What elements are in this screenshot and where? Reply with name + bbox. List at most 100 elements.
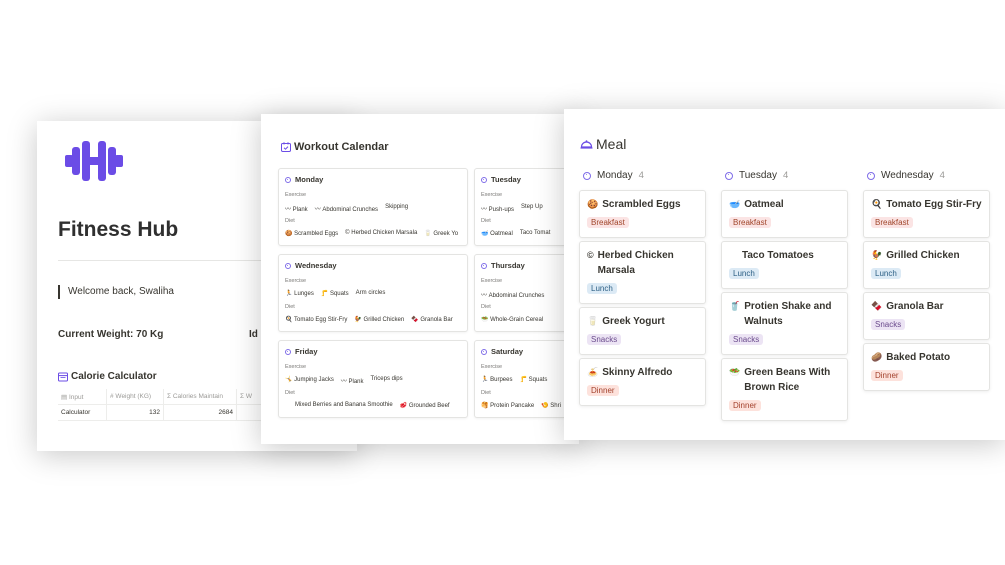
day-card-friday[interactable]: Friday Exercise 🤸 Jumping Jacks 〰 Plank …: [278, 340, 468, 418]
meal-tag: Breakfast: [871, 217, 913, 228]
diet-item: 🐓 Grilled Chicken: [354, 317, 405, 323]
table-header-row: ▤ Input # Weight (KG) Σ Calories Maintai…: [58, 389, 264, 405]
diet-item: 🥞 Protein Pancake: [481, 403, 535, 409]
exercise-item: 🏃 Lunges: [285, 291, 314, 297]
exercise-item: 〰 Plank: [285, 207, 308, 213]
diet-item: 🥛 Greek Yo: [424, 231, 459, 237]
status-dot-icon: [481, 348, 487, 355]
board-column-header-tuesday[interactable]: Tuesday 4: [725, 170, 788, 181]
day-card-wednesday[interactable]: Wednesday Exercise 🏃 Lunges 🦵 Squats Arm…: [278, 254, 468, 332]
yogurt-icon: 🥛: [587, 316, 599, 326]
shake-icon: 🥤: [729, 301, 741, 311]
potato-icon: 🥔: [871, 352, 883, 362]
meal-name: Baked Potato: [886, 352, 951, 363]
meal-heading[interactable]: Meal: [580, 136, 626, 152]
meal-card[interactable]: 🍫 Granola Bar Snacks: [863, 292, 990, 340]
meal-tag: Snacks: [587, 334, 622, 345]
meal-card[interactable]: 🥣 Oatmeal Breakfast: [721, 190, 848, 238]
diet-item: 🥩 Grounded Beef: [399, 403, 450, 409]
exercise-list: 🏃 Burpees 🦵 Squats: [481, 376, 547, 383]
status-dot-icon: [285, 176, 291, 183]
meal-tag: Lunch: [729, 268, 759, 279]
meal-card[interactable]: Taco Tomatoes Lunch: [721, 241, 848, 289]
status-dot-icon: [285, 348, 291, 355]
exercise-list: 〰 Push-ups Step Up: [481, 204, 543, 213]
meal-tag: Dinner: [587, 385, 619, 396]
meal-tag: Breakfast: [587, 217, 629, 228]
column-header[interactable]: # Weight (KG): [106, 389, 164, 405]
diet-label: Diet: [481, 304, 491, 310]
meal-name: Granola Bar: [886, 301, 944, 312]
diet-list: Mixed Berries and Banana Smoothie 🥩 Grou…: [295, 402, 450, 409]
exercise-label: Exercise: [481, 278, 503, 284]
column-title: Wednesday: [881, 170, 934, 181]
board-column-header-wednesday[interactable]: Wednesday 4: [867, 170, 945, 181]
diet-label: Diet: [285, 390, 295, 396]
column-count: 4: [939, 170, 945, 181]
meal-card[interactable]: 🍪 Scrambled Eggs Breakfast: [579, 190, 706, 238]
exercise-item: 🏃 Burpees: [481, 377, 513, 383]
diet-item: 🥗 Whole-Grain Cereal: [481, 317, 544, 323]
workout-calendar-heading[interactable]: Workout Calendar: [281, 141, 389, 153]
dumbbell-logo-icon: [65, 141, 123, 181]
column-header[interactable]: ▤ Input: [58, 389, 107, 405]
day-card-monday[interactable]: Monday Exercise 〰 Plank 〰 Abdominal Crun…: [278, 168, 468, 246]
exercise-item: Arm circles: [355, 290, 386, 296]
exercise-list: 🤸 Jumping Jacks 〰 Plank Triceps dips: [285, 376, 403, 385]
page-title: Fitness Hub: [58, 218, 179, 241]
calorie-calculator-heading[interactable]: Calorie Calculator: [58, 371, 157, 382]
exercise-item: 〰 Abdominal Crunches: [481, 293, 545, 299]
day-title: Tuesday: [491, 175, 521, 184]
diet-item: 🍪 Scrambled Eggs: [285, 231, 339, 237]
column-count: 4: [782, 170, 789, 181]
meal-card[interactable]: 🥗 Green Beans With Brown Rice Dinner: [721, 358, 848, 421]
table-row[interactable]: Calculator 132 2684: [58, 404, 264, 421]
exercise-item: 〰 Plank: [340, 379, 364, 385]
salad-icon: 🥗: [729, 367, 741, 377]
cloche-icon: [580, 140, 593, 149]
meal-tag: Snacks: [871, 319, 906, 330]
table-cell[interactable]: Calculator: [58, 404, 107, 421]
meal-card[interactable]: 🍳 Tomato Egg Stir-Fry Breakfast: [863, 190, 990, 238]
day-title: Thursday: [491, 261, 525, 270]
chicken-icon: ©: [587, 250, 594, 260]
chicken-icon: 🐓: [871, 250, 883, 260]
meal-card[interactable]: © Herbed Chicken Marsala Lunch: [579, 241, 706, 304]
day-title: Saturday: [491, 347, 524, 356]
status-dot-icon: [725, 171, 733, 180]
current-weight: Current Weight: 70 Kg: [58, 329, 164, 340]
diet-label: Diet: [481, 390, 491, 396]
meal-card[interactable]: 🥤 Protien Shake and Walnuts Snacks: [721, 292, 848, 355]
diet-item: 🍫 Granola Bar: [411, 317, 453, 323]
ideal-weight-partial: Id: [249, 329, 258, 340]
status-dot-icon: [583, 171, 591, 180]
day-title: Wednesday: [295, 261, 337, 270]
diet-list: 🍳 Tomato Egg Stir-Fry 🐓 Grilled Chicken …: [285, 316, 453, 323]
meal-card[interactable]: 🥔 Baked Potato Dinner: [863, 343, 990, 391]
diet-item: 🍤 Shri: [541, 403, 561, 409]
diet-list: 🥗 Whole-Grain Cereal: [481, 316, 543, 323]
column-header[interactable]: Σ W: [236, 389, 264, 405]
meal-tag: Snacks: [729, 334, 764, 345]
diet-label: Diet: [481, 218, 491, 224]
calorie-table: ▤ Input # Weight (KG) Σ Calories Maintai…: [58, 389, 264, 421]
board-column-header-monday[interactable]: Monday 4: [583, 170, 644, 181]
table-icon: [58, 372, 68, 381]
column-header[interactable]: Σ Calories Maintain: [163, 389, 237, 405]
table-cell[interactable]: [236, 404, 264, 421]
meal-card[interactable]: 🍝 Skinny Alfredo Dinner: [579, 358, 706, 406]
column-title: Tuesday: [739, 170, 777, 181]
meal-name: Green Beans With Brown Rice: [744, 367, 831, 393]
meal-name: Skinny Alfredo: [602, 367, 673, 378]
exercise-item: Triceps dips: [370, 376, 403, 382]
exercise-item: Skipping: [385, 204, 409, 210]
table-cell[interactable]: 2684: [163, 404, 237, 421]
calorie-calculator-label: Calorie Calculator: [71, 371, 157, 382]
diet-list: 🥞 Protein Pancake 🍤 Shri: [481, 402, 561, 409]
exercise-item: 〰 Push-ups: [481, 207, 515, 213]
table-cell[interactable]: 132: [106, 404, 164, 421]
meal-card[interactable]: 🥛 Greek Yogurt Snacks: [579, 307, 706, 355]
meal-card[interactable]: 🐓 Grilled Chicken Lunch: [863, 241, 990, 289]
diet-item: © Herbed Chicken Marsala: [345, 230, 418, 236]
meal-name: Scrambled Eggs: [602, 199, 681, 210]
